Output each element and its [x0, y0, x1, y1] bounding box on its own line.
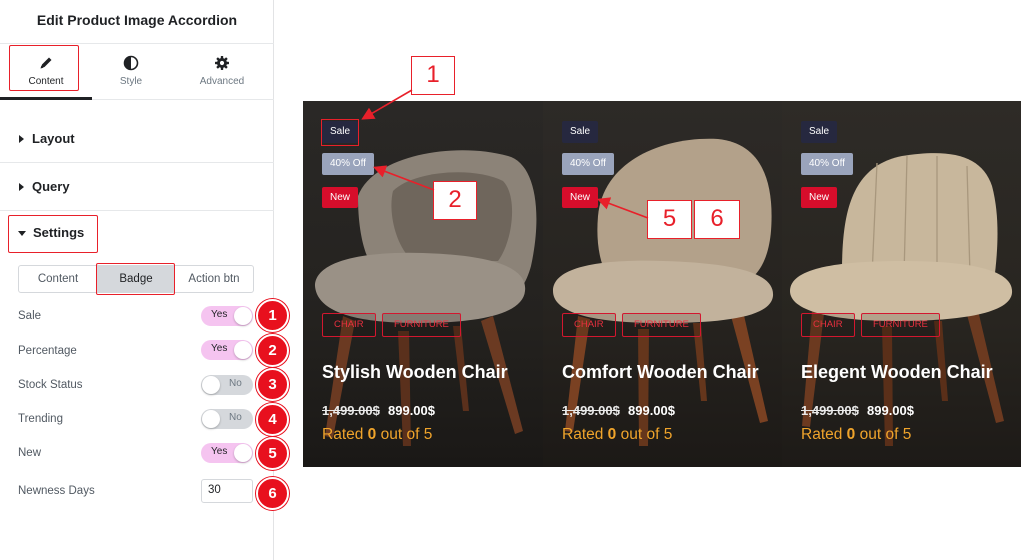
highlight-sale-badge	[321, 119, 359, 146]
badge-new: New	[562, 187, 599, 208]
subtab-content[interactable]: Content	[19, 266, 97, 292]
category-tag-chair[interactable]: CHAIR	[562, 313, 616, 337]
label-sale: Sale	[18, 310, 42, 322]
product-name[interactable]: Stylish Wooden Chair	[322, 362, 508, 383]
label-stock-status: Stock Status	[18, 379, 83, 391]
marker-6: 6	[256, 477, 289, 510]
active-tab-indicator	[0, 97, 92, 100]
badge-percent-off: 40% Off	[322, 153, 374, 175]
product-accordion: Sale 40% Off New CHAIR FURNITURE Stylish…	[303, 101, 1021, 467]
product-card-2[interactable]: Sale 40% Off New CHAIR FURNITURE Comfort…	[543, 101, 782, 467]
toggle-percentage-state: Yes	[211, 343, 228, 354]
price-new: 899.00$	[867, 403, 914, 418]
price-old: 1,499.00$	[562, 403, 620, 418]
rating-text: Rated 0 out of 5	[322, 426, 432, 444]
gear-icon	[215, 56, 229, 70]
section-layout-label: Layout	[32, 131, 75, 146]
section-settings-label[interactable]: Settings	[33, 225, 84, 240]
category-tag-furniture[interactable]: FURNITURE	[861, 313, 940, 337]
rating-prefix: Rated	[562, 426, 608, 443]
label-trending: Trending	[18, 413, 63, 425]
toggle-trending[interactable]: No	[201, 409, 253, 429]
toggle-knob	[234, 444, 252, 462]
badge-percent-off: 40% Off	[801, 153, 853, 175]
toggle-sale-state: Yes	[211, 309, 228, 320]
rating-text: Rated 0 out of 5	[801, 426, 911, 444]
toggle-knob	[202, 376, 220, 394]
toggle-knob	[234, 341, 252, 359]
price-new: 899.00$	[628, 403, 675, 418]
marker-2: 2	[256, 334, 289, 367]
rating-prefix: Rated	[322, 426, 368, 443]
callout-6: 6	[694, 200, 740, 239]
category-tag-chair[interactable]: CHAIR	[322, 313, 376, 337]
toggle-stock-status-state: No	[229, 378, 242, 389]
label-percentage: Percentage	[18, 345, 77, 357]
section-query-label: Query	[32, 179, 70, 194]
label-newness-days: Newness Days	[18, 485, 95, 497]
badge-sale: Sale	[562, 121, 599, 143]
toggle-new-state: Yes	[211, 446, 228, 457]
rating-suffix: out of 5	[376, 426, 433, 443]
tab-advanced[interactable]: Advanced	[174, 44, 270, 100]
rating-prefix: Rated	[801, 426, 847, 443]
callout-1: 1	[411, 56, 455, 95]
toggle-stock-status[interactable]: No	[201, 375, 253, 395]
editor-panel: Edit Product Image Accordion Content Sty…	[0, 0, 274, 560]
tab-style[interactable]: Style	[92, 44, 170, 100]
category-tag-furniture[interactable]: FURNITURE	[622, 313, 701, 337]
badge-new: New	[322, 187, 359, 208]
section-query[interactable]: Query	[0, 163, 274, 211]
highlight-box-content-tab	[9, 45, 79, 91]
rating-value: 0	[607, 426, 617, 443]
callout-5: 5	[647, 200, 692, 239]
caret-right-icon	[19, 135, 24, 143]
product-name[interactable]: Elegent Wooden Chair	[801, 362, 993, 383]
panel-tabs: Content Style Advanced	[0, 44, 274, 100]
toggle-knob	[234, 307, 252, 325]
badge-percent-off: 40% Off	[562, 153, 614, 175]
panel-title: Edit Product Image Accordion	[0, 0, 274, 44]
caret-right-icon	[19, 183, 24, 191]
category-tag-furniture[interactable]: FURNITURE	[382, 313, 461, 337]
caret-down-icon	[18, 231, 26, 236]
price-old: 1,499.00$	[322, 403, 380, 418]
toggle-knob	[202, 410, 220, 428]
toggle-sale[interactable]: Yes	[201, 306, 253, 326]
marker-1: 1	[256, 299, 289, 332]
tab-style-label: Style	[119, 76, 143, 87]
product-name[interactable]: Comfort Wooden Chair	[562, 362, 759, 383]
newness-days-input[interactable]: 30	[201, 479, 253, 503]
highlight-box-badge	[96, 263, 175, 295]
section-layout[interactable]: Layout	[0, 115, 274, 163]
toggle-new[interactable]: Yes	[201, 443, 253, 463]
half-circle-icon	[123, 55, 139, 71]
callout-2: 2	[433, 181, 477, 220]
rating-suffix: out of 5	[855, 426, 912, 443]
tab-advanced-label: Advanced	[199, 76, 245, 87]
marker-4: 4	[256, 403, 289, 436]
product-card-3[interactable]: Sale 40% Off New CHAIR FURNITURE Elegent…	[782, 101, 1021, 467]
rating-text: Rated 0 out of 5	[562, 426, 672, 444]
toggle-trending-state: No	[229, 412, 242, 423]
screenshot-root: Edit Product Image Accordion Content Sty…	[0, 0, 1024, 560]
price-old: 1,499.00$	[801, 403, 859, 418]
badge-new: New	[801, 187, 838, 208]
rating-value: 0	[367, 426, 377, 443]
product-card-1[interactable]: Sale 40% Off New CHAIR FURNITURE Stylish…	[303, 101, 543, 467]
category-tag-chair[interactable]: CHAIR	[801, 313, 855, 337]
label-new: New	[18, 447, 42, 459]
marker-5: 5	[256, 437, 289, 470]
subtab-action-btn[interactable]: Action btn	[175, 266, 253, 292]
marker-3: 3	[256, 368, 289, 401]
rating-value: 0	[846, 426, 856, 443]
toggle-percentage[interactable]: Yes	[201, 340, 253, 360]
rating-suffix: out of 5	[616, 426, 673, 443]
badge-sale: Sale	[801, 121, 838, 143]
price-new: 899.00$	[388, 403, 435, 418]
